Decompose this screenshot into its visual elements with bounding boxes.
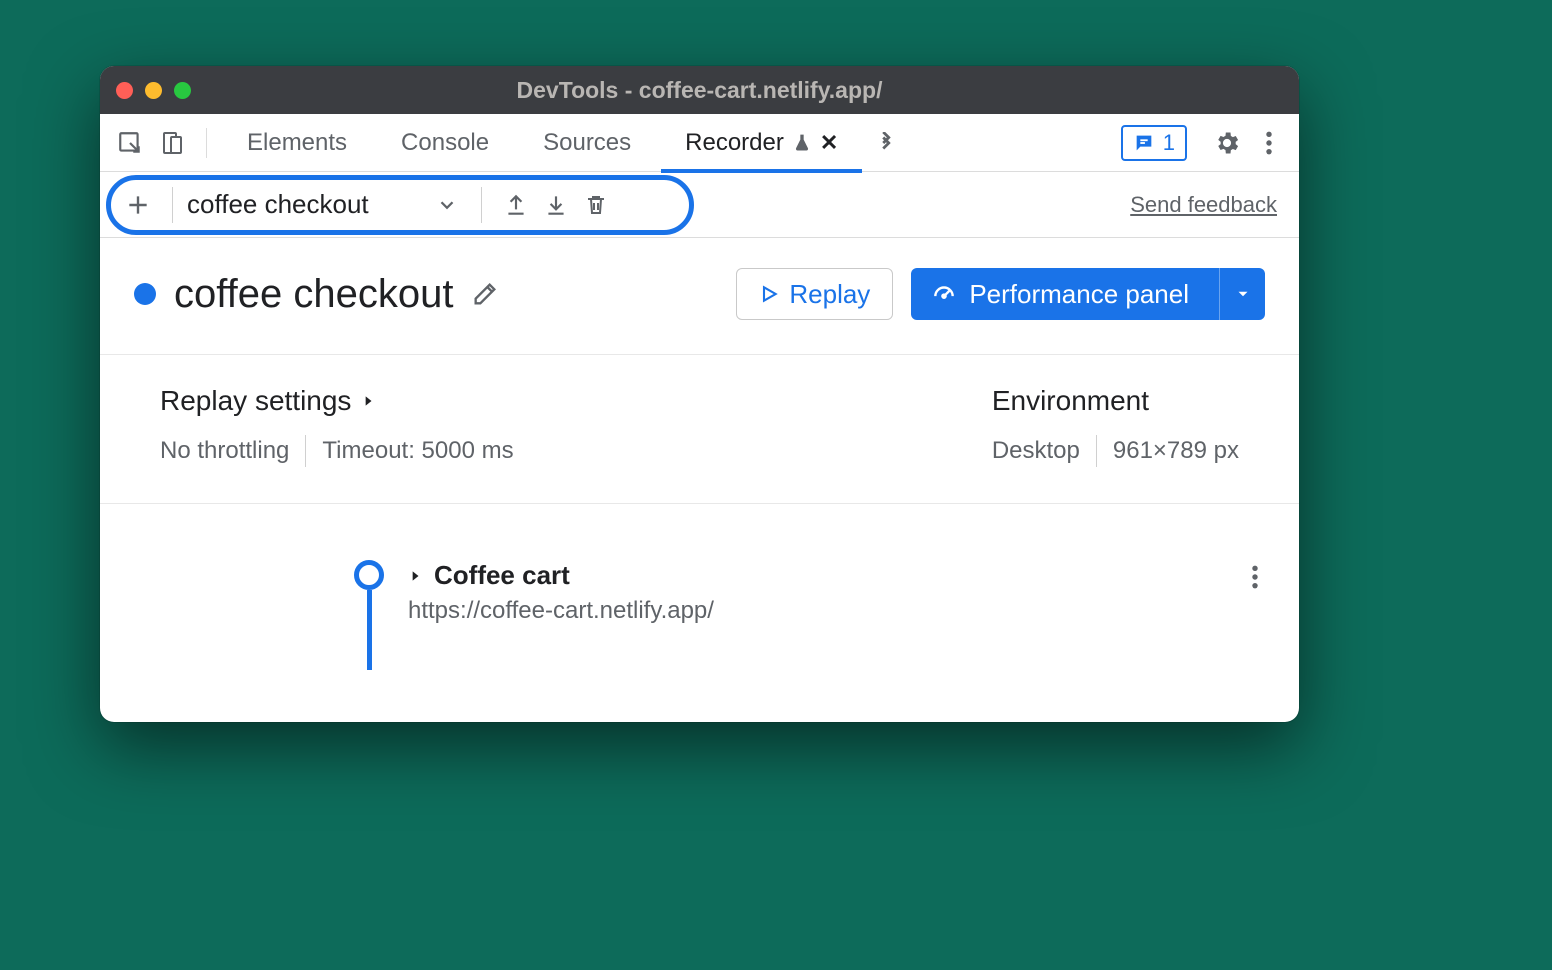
replay-button[interactable]: Replay	[736, 268, 893, 320]
recording-select-value[interactable]: coffee checkout	[187, 189, 427, 220]
step-item[interactable]: Coffee cart https://coffee-cart.netlify.…	[350, 560, 1239, 625]
devtools-tabstrip: Elements Console Sources Recorder ✕ 1	[100, 114, 1299, 172]
environment-label: Environment	[992, 385, 1149, 417]
import-icon[interactable]	[536, 185, 576, 225]
inspect-element-icon[interactable]	[112, 125, 148, 161]
replay-settings: Replay settings No throttling Timeout: 5…	[160, 385, 514, 467]
minimize-window-button[interactable]	[145, 82, 162, 99]
window-title: DevTools - coffee-cart.netlify.app/	[100, 77, 1299, 104]
step-more-icon[interactable]	[1251, 564, 1259, 590]
caret-right-icon	[361, 392, 375, 410]
recording-title: coffee checkout	[174, 272, 453, 317]
issues-count: 1	[1163, 130, 1175, 156]
replay-settings-header[interactable]: Replay settings	[160, 385, 514, 417]
delete-icon[interactable]	[576, 185, 616, 225]
caret-right-icon	[408, 567, 422, 585]
device-value: Desktop	[992, 437, 1080, 465]
settings-row: Replay settings No throttling Timeout: 5…	[100, 355, 1299, 504]
close-window-button[interactable]	[116, 82, 133, 99]
step-url: https://coffee-cart.netlify.app/	[408, 597, 714, 625]
chevron-down-icon[interactable]	[427, 185, 467, 225]
gauge-icon	[931, 281, 957, 307]
issues-badge[interactable]: 1	[1121, 125, 1187, 161]
tab-elements[interactable]: Elements	[223, 114, 371, 172]
flask-icon	[792, 132, 812, 154]
performance-dropdown-icon[interactable]	[1219, 268, 1265, 320]
tab-recorder-label: Recorder	[685, 129, 784, 157]
recorder-toolbar: coffee checkout Send feedback	[100, 172, 1299, 238]
devtools-window: DevTools - coffee-cart.netlify.app/ Elem…	[100, 66, 1299, 722]
step-node	[354, 560, 384, 590]
device-toolbar-icon[interactable]	[154, 125, 190, 161]
export-icon[interactable]	[496, 185, 536, 225]
settings-icon[interactable]	[1209, 125, 1245, 161]
separator	[206, 128, 207, 158]
replay-button-label: Replay	[789, 279, 870, 310]
kebab-menu-icon[interactable]	[1251, 125, 1287, 161]
recording-status-dot	[134, 283, 156, 305]
performance-panel-label: Performance panel	[969, 279, 1189, 310]
close-tab-icon[interactable]: ✕	[820, 130, 838, 156]
steps-list: Coffee cart https://coffee-cart.netlify.…	[100, 504, 1299, 625]
more-tabs-icon[interactable]	[868, 125, 904, 161]
maximize-window-button[interactable]	[174, 82, 191, 99]
performance-panel-button[interactable]: Performance panel	[911, 268, 1265, 320]
tab-console[interactable]: Console	[377, 114, 513, 172]
tab-recorder[interactable]: Recorder ✕	[661, 114, 862, 172]
titlebar: DevTools - coffee-cart.netlify.app/	[100, 66, 1299, 114]
dimensions-value: 961×789 px	[1113, 437, 1239, 465]
traffic-lights	[116, 82, 191, 99]
send-feedback-link[interactable]: Send feedback	[1130, 192, 1277, 218]
step-title-text: Coffee cart	[434, 560, 570, 591]
throttling-value: No throttling	[160, 437, 289, 465]
step-connector	[367, 590, 372, 670]
recording-header: coffee checkout Replay Performance panel	[100, 238, 1299, 355]
new-recording-icon[interactable]	[118, 185, 158, 225]
tab-sources[interactable]: Sources	[519, 114, 655, 172]
environment-settings: Environment Desktop 961×789 px	[992, 385, 1239, 467]
edit-title-icon[interactable]	[471, 280, 499, 308]
timeout-value: Timeout: 5000 ms	[322, 437, 513, 465]
